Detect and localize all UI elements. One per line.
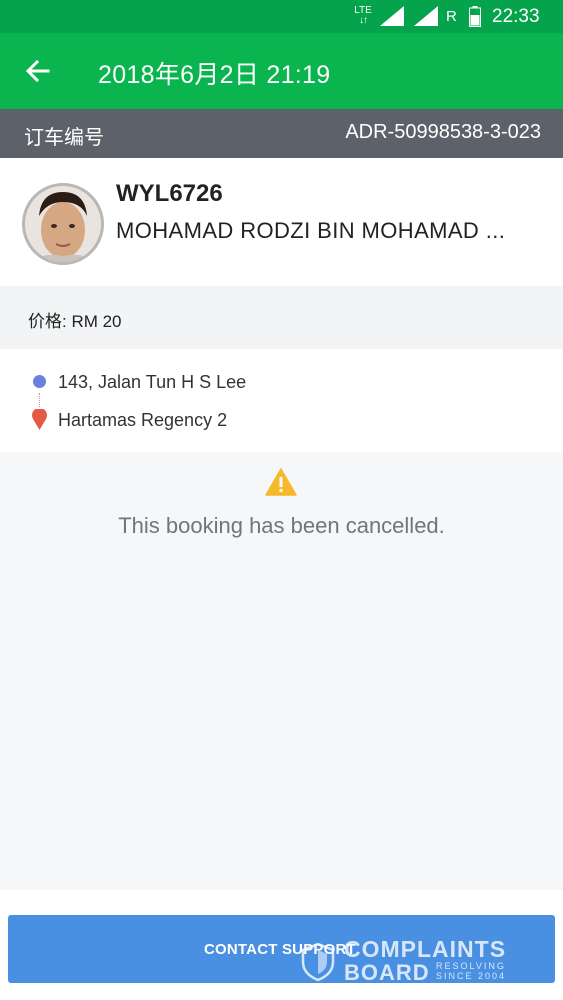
battery-icon [469,6,481,27]
watermark-tagline: RESOLVING SINCE 2004 [436,961,506,981]
cancellation-panel: This booking has been cancelled. [0,452,563,890]
route-card: 143, Jalan Tun H S Lee Hartamas Regency … [0,349,563,452]
origin-dot-icon [33,375,46,388]
booking-number-bar: 订车编号 ADR-50998538-3-023 [0,109,563,158]
driver-card: WYL6726 MOHAMAD RODZI BIN MOHAMAD ... [0,158,563,286]
price-text: 价格: RM 20 [28,312,122,331]
signal-icon [380,6,404,26]
driver-avatar [22,183,104,265]
booking-number-label: 订车编号 [24,127,104,149]
roaming-indicator: R [446,8,457,25]
page-title: 2018年6月2日 21:19 [98,61,331,89]
signal-icon [414,6,438,26]
price-row: 价格: RM 20 [0,286,563,349]
location-pin-icon [32,409,47,430]
lte-data-icon: LTE ↓↑ [354,5,372,26]
app-bar: 2018年6月2日 21:19 [0,33,563,109]
watermark-tag1: RESOLVING [436,961,506,971]
vehicle-plate: WYL6726 [116,180,223,207]
dropoff-address: Hartamas Regency 2 [58,410,228,430]
pickup-address: 143, Jalan Tun H S Lee [58,372,247,392]
shield-logo-icon [301,942,335,982]
status-time: 22:33 [492,6,540,27]
watermark-tag2: SINCE 2004 [436,971,507,981]
watermark-line1: COMPLAINTS [344,936,507,962]
driver-name: MOHAMAD RODZI BIN MOHAMAD ... [116,218,506,243]
watermark-line2: BOARD [344,960,430,985]
booking-number-value: ADR-50998538-3-023 [345,121,541,143]
arrow-left-icon[interactable] [24,57,52,85]
watermark: COMPLAINTS BOARD RESOLVING SINCE 2004 [300,936,520,986]
warning-icon [265,468,297,496]
status-bar: LTE ↓↑ R 22:33 [0,0,563,33]
cancellation-message: This booking has been cancelled. [118,513,445,538]
route-connector [39,393,40,407]
